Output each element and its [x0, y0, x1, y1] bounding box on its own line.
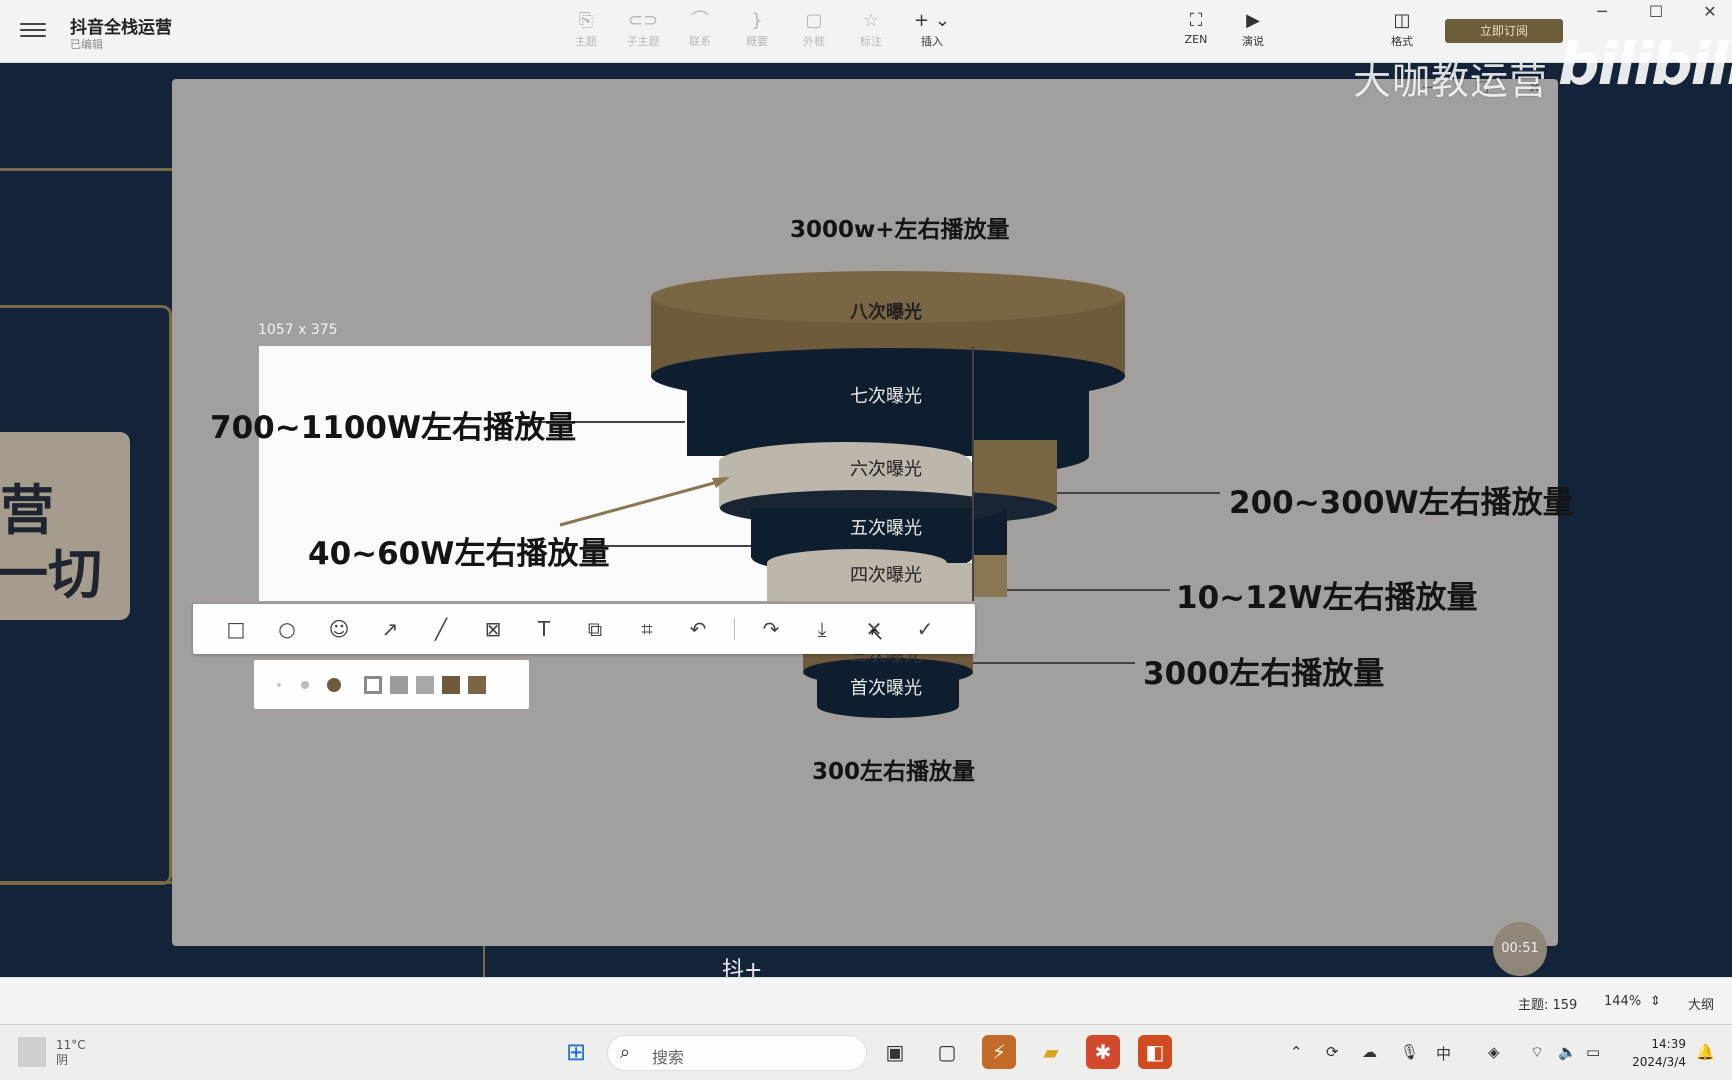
show-hidden-icons[interactable]: ⌃	[1290, 1043, 1303, 1061]
funnel-right-label: 10~12W左右播放量	[1176, 580, 1478, 616]
app-tray-icon[interactable]: ◈	[1488, 1043, 1500, 1061]
stroke-size-large[interactable]	[327, 678, 341, 692]
color-swatch[interactable]	[468, 676, 486, 694]
system-clock[interactable]: 14:39 2024/3/4	[1610, 1035, 1686, 1071]
weather-temperature: 11°C	[56, 1038, 86, 1052]
clock-time: 14:39	[1651, 1037, 1686, 1051]
ime-icon[interactable]: 中	[1436, 1043, 1451, 1064]
search-icon: ⌕	[620, 1042, 631, 1063]
start-icon[interactable]: ⊞	[559, 1035, 593, 1069]
ocr-icon[interactable]: ⌗	[634, 616, 660, 642]
notification-bell-icon[interactable]: 🔔	[1696, 1043, 1715, 1061]
funnel-left-label: 40~60W左右播放量	[308, 536, 610, 572]
microphone-icon[interactable]: 🎙	[1400, 1043, 1419, 1061]
rectangle-icon[interactable]: □	[223, 616, 249, 642]
undo-icon[interactable]: ↶	[685, 616, 711, 642]
battery-icon[interactable]: ▭	[1586, 1043, 1600, 1061]
windows-taskbar: 11°C 阴 ⊞ ⌕ 搜索 ▣ ▢ ⚡ ▰ ✱ ◧ ⌃ ⟳ ☁ 🎙 中 ◈ ⌔ …	[0, 1024, 1732, 1080]
funnel-left-label: 700~1100W左右播放量	[210, 410, 577, 446]
mouse-cursor-icon: ↖	[869, 624, 885, 645]
taskview-icon[interactable]: ▣	[878, 1035, 912, 1069]
volume-icon[interactable]: 🔈	[1558, 1043, 1577, 1061]
wifi-icon[interactable]: ⌔	[1530, 1043, 1544, 1062]
color-swatch-selected[interactable]	[364, 676, 382, 694]
text-icon[interactable]: T	[531, 616, 557, 642]
weather-icon[interactable]	[18, 1037, 46, 1067]
confirm-icon[interactable]: ✓	[912, 616, 938, 642]
funnel-overlay	[520, 346, 1125, 601]
funnel-layer-label: 四次曝光	[850, 565, 922, 586]
status-bar: 主题: 159 144% ⇕ 大纲	[0, 977, 1732, 1024]
funnel-layer-label: 六次曝光	[850, 459, 922, 480]
arrow-icon[interactable]: ↗	[377, 616, 403, 642]
weather-widget[interactable]: 11°C 阴	[56, 1038, 86, 1068]
color-swatch[interactable]	[442, 676, 460, 694]
weather-condition: 阴	[56, 1053, 69, 1067]
sync-icon[interactable]: ⟳	[1326, 1043, 1339, 1061]
xmind-icon[interactable]: ✱	[1086, 1035, 1120, 1069]
outline-button[interactable]: 大纲	[1688, 994, 1714, 1013]
watermark-text: 大咖教运营	[1353, 59, 1549, 103]
share-icon[interactable]: ↷	[758, 616, 784, 642]
copy-icon[interactable]: ⧉	[582, 616, 608, 642]
color-swatch[interactable]	[416, 676, 434, 694]
stroke-size-medium[interactable]	[301, 681, 309, 689]
ellipse-icon[interactable]: ○	[274, 616, 300, 642]
topic-count: 主题: 159	[1518, 998, 1578, 1013]
stroke-options-panel	[254, 660, 529, 709]
zoom-stepper-icon[interactable]: ⇕	[1650, 994, 1661, 1009]
cloud-icon[interactable]: ☁	[1362, 1043, 1377, 1061]
download-icon[interactable]: ⤓	[809, 616, 835, 642]
line-icon[interactable]: ╱	[428, 616, 454, 642]
mosaic-icon[interactable]: ⊠	[480, 616, 506, 642]
color-swatch[interactable]	[390, 676, 408, 694]
search-placeholder: 搜索	[652, 1048, 685, 1067]
clock-date: 2024/3/4	[1632, 1055, 1686, 1069]
recording-timer[interactable]: 00:51	[1493, 922, 1547, 976]
file-explorer-icon[interactable]: ▰	[1034, 1035, 1068, 1069]
bilibili-logo: bilibili	[1558, 30, 1732, 98]
office-icon[interactable]: ◧	[1138, 1035, 1172, 1069]
funnel-right-label: 3000左右播放量	[1143, 656, 1385, 692]
app-icon[interactable]: ⚡	[982, 1035, 1016, 1069]
toolbar-divider	[734, 618, 735, 640]
funnel-layer-label: 五次曝光	[850, 518, 922, 539]
emoji-icon[interactable]: ☺	[326, 616, 352, 642]
chat-icon[interactable]: ▢	[930, 1035, 964, 1069]
screenshot-toolbar: □ ○ ☺ ↗ ╱ ⊠ T ⧉ ⌗ ↶ ↷ ⤓ ✕ ✓	[193, 604, 975, 654]
funnel-right-label: 200~300W左右播放量	[1229, 485, 1574, 521]
taskbar-search[interactable]: ⌕ 搜索	[607, 1035, 867, 1071]
funnel-layer-label: 七次曝光	[850, 386, 922, 407]
canvas-bottom-node	[483, 946, 1583, 977]
zoom-level[interactable]: 144%	[1604, 994, 1641, 1009]
stroke-size-small[interactable]	[277, 683, 281, 687]
